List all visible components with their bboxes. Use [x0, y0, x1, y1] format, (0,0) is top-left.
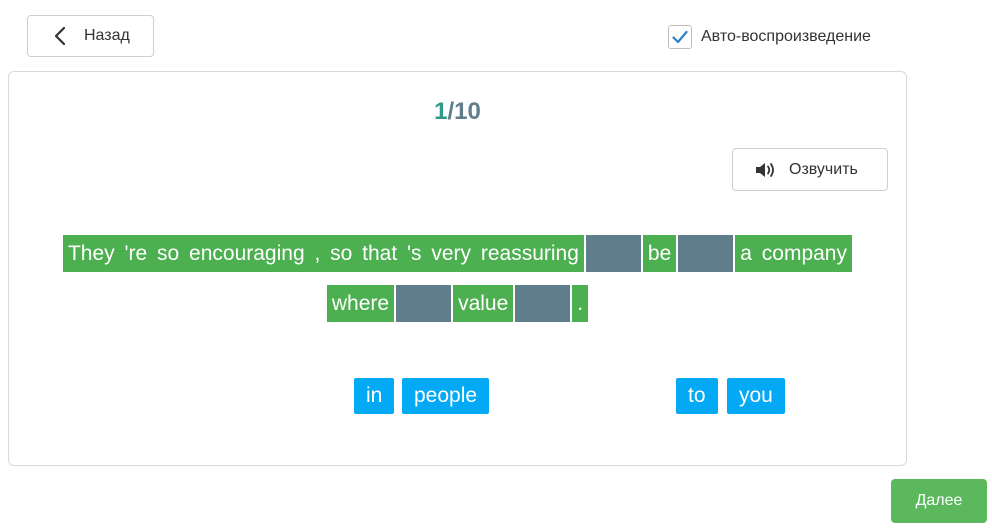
autoplay-label: Авто-воспроизведение: [701, 28, 871, 45]
sentence-line-1: They 're so encouraging , so that 's ver…: [9, 235, 906, 272]
back-button-label: Назад: [84, 27, 130, 44]
counter-total: /10: [447, 98, 481, 125]
sentence-chunk: a company: [735, 235, 852, 272]
speaker-icon: [755, 160, 779, 180]
next-button[interactable]: Далее: [891, 479, 987, 523]
autoplay-toggle[interactable]: Авто-воспроизведение: [668, 25, 871, 49]
sentence-chunk: where: [326, 285, 395, 322]
speak-button-label: Озвучить: [789, 160, 858, 178]
answer-blank[interactable]: [585, 235, 641, 272]
answer-blank[interactable]: [515, 285, 571, 322]
sentence-chunk: value: [453, 285, 514, 322]
back-button[interactable]: Назад: [27, 15, 154, 57]
answer-blank[interactable]: [678, 235, 734, 272]
word-option[interactable]: you: [727, 378, 785, 414]
word-option[interactable]: to: [676, 378, 718, 414]
progress-counter: 1/10: [9, 98, 906, 126]
chevron-left-icon: [54, 26, 68, 46]
sentence-chunk: be: [642, 235, 677, 272]
exercise-card: 1/10 Озвучить They 're so encouraging , …: [8, 71, 907, 466]
speak-button[interactable]: Озвучить: [732, 148, 888, 191]
checkmark-icon: [672, 30, 688, 44]
sentence-chunk: They 're so encouraging , so that 's ver…: [62, 235, 584, 272]
sentence-chunk: .: [572, 285, 589, 322]
answer-blank[interactable]: [396, 285, 452, 322]
autoplay-checkbox[interactable]: [668, 25, 692, 49]
sentence-line-2: where value .: [9, 285, 906, 322]
word-option[interactable]: in: [354, 378, 395, 414]
word-option[interactable]: people: [402, 378, 490, 414]
counter-current: 1: [434, 98, 448, 125]
